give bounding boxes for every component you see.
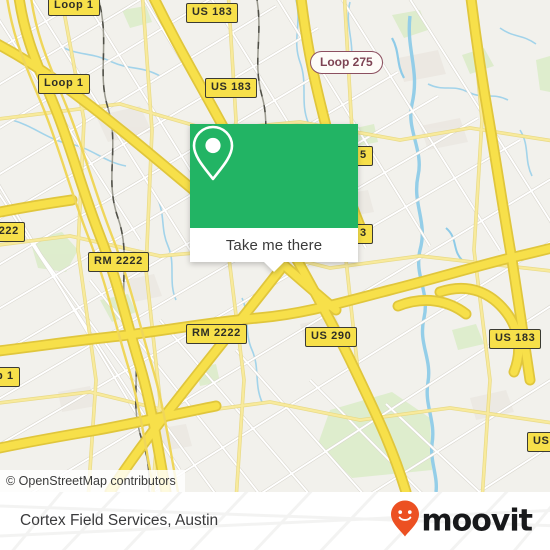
take-me-there-label: Take me there	[225, 236, 323, 254]
road-shield-loop-1-clipped-left: p 1	[0, 367, 20, 387]
road-shield-rm-2222-clipped-left: 2222	[0, 222, 25, 242]
footer-bar: Cortex Field Services, Austin moovit	[0, 492, 550, 550]
road-shield-us-183-upper: US 183	[205, 78, 258, 98]
attribution-text: © OpenStreetMap contributors	[6, 474, 176, 488]
popup-pointer-tail	[263, 261, 285, 272]
moovit-smiley-pin-icon	[390, 500, 420, 543]
place-title: Cortex Field Services, Austin	[20, 512, 219, 529]
popup-image-area	[190, 124, 358, 228]
map-canvas[interactable]: Loop 1 US 183 Loop 275 Loop 1 US 183 5 2…	[0, 0, 550, 492]
popup-cta-bar[interactable]: Take me there	[190, 228, 358, 272]
place-popup-card[interactable]: Take me there	[190, 124, 358, 272]
road-shield-us-290: US 290	[305, 327, 358, 347]
road-shield-rm-2222-lower: RM 2222	[186, 324, 247, 344]
moovit-place-card-screen: Loop 1 US 183 Loop 275 Loop 1 US 183 5 2…	[0, 0, 550, 550]
road-shield-us-183-right: US 183	[489, 329, 542, 349]
road-shield-us-clipped-right: US	[527, 432, 550, 452]
moovit-logo[interactable]: moovit	[390, 500, 533, 543]
road-shield-us-183-top: US 183	[186, 3, 239, 23]
road-shield-loop-1-top: Loop 1	[48, 0, 100, 16]
road-pill-loop-275: Loop 275	[310, 51, 383, 74]
road-shield-loop-1: Loop 1	[38, 74, 90, 94]
moovit-wordmark: moovit	[421, 503, 533, 538]
map-attribution[interactable]: © OpenStreetMap contributors	[0, 470, 185, 492]
road-shield-rm-2222-upper: RM 2222	[88, 252, 149, 272]
